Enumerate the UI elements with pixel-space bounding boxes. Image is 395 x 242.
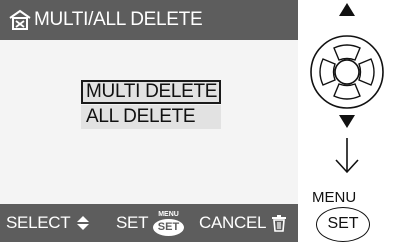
menu-set-badge-icon: MENU SET [152,211,185,237]
down-arrow-icon [339,115,355,128]
camera-lcd-screen: MULTI/ALL DELETE MULTI DELETE ALL DELETE… [0,0,298,242]
cursor-pad-icon[interactable] [300,0,395,190]
badge-set-text: SET [153,219,184,236]
set-button[interactable]: SET [316,207,370,242]
up-down-arrow-icon [77,216,89,230]
menu-item-all-delete[interactable]: ALL DELETE [81,105,221,129]
menu-button-label: MENU [312,189,357,206]
page-title: MULTI/ALL DELETE [34,9,203,30]
delete-menu-icon [9,9,31,30]
set-label: SET [116,213,149,232]
trash-icon [272,215,286,232]
cancel-label: CANCEL [199,213,267,232]
select-label: SELECT [6,213,71,232]
up-arrow-icon [339,3,355,16]
menu-item-multi-delete[interactable]: MULTI DELETE [81,80,221,104]
title-bar: MULTI/ALL DELETE [0,0,298,40]
menu-content: MULTI DELETE ALL DELETE [0,40,298,204]
footer-bar: SELECT SET MENU SET CANCEL [0,204,298,242]
badge-menu-text: MENU [158,211,179,218]
